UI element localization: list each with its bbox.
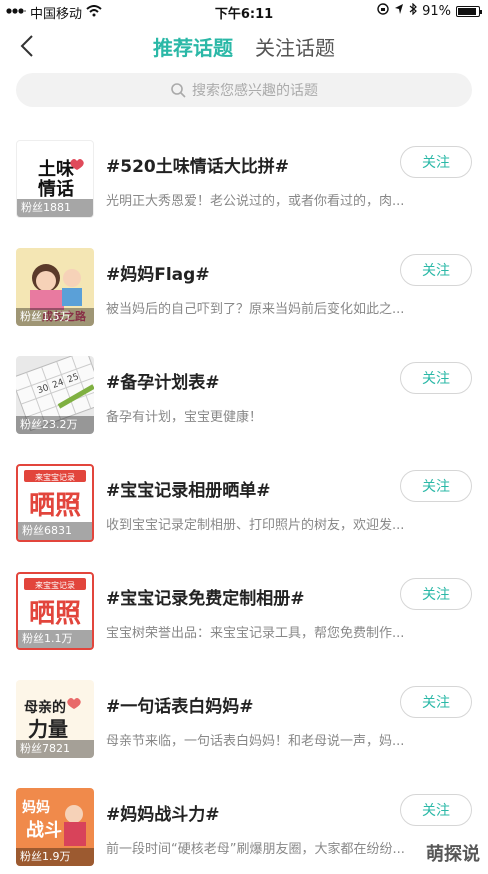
topic-thumbnail: 母亲的 力量 粉丝7821 [16,680,94,758]
topic-thumbnail: 成长之路 粉丝1.5万 [16,248,94,326]
topic-title: #宝宝记录免费定制相册# [106,589,305,609]
topic-thumbnail: 土味 情话 粉丝1881 [16,140,94,218]
bluetooth-icon [409,2,417,19]
search-icon [171,83,186,98]
topic-description: 光明正大秀恩爱！老公说过的，或者你看过的，肉... [106,194,405,209]
topic-description: 宝宝树荣誉出品：来宝宝记录工具，帮您免费制作... [106,626,405,641]
topic-item[interactable]: 妈妈战斗 粉丝1.9万 #妈妈战斗力# 前一段时间“硬核老母”刷爆朋友圈，大家都… [0,778,488,874]
tab-recommended[interactable]: 推荐话题 [153,32,233,61]
svg-text:母亲的: 母亲的 [24,699,66,716]
fans-count: 粉丝7821 [16,740,94,758]
topic-description: 备孕有计划，宝宝更健康！ [106,410,263,425]
topic-item[interactable]: 来宝宝记录晒照 粉丝1.1万 #宝宝记录免费定制相册# 宝宝树荣誉出品：来宝宝记… [0,562,488,670]
fans-count: 粉丝1881 [17,199,93,217]
top-nav: 推荐话题 关注话题 [0,26,488,66]
fans-count: 粉丝1.9万 [16,848,94,866]
follow-button[interactable]: 关注 [400,794,472,826]
location-icon [394,3,404,19]
svg-text:来宝宝记录: 来宝宝记录 [35,472,75,482]
fans-count: 粉丝6831 [18,522,92,540]
topic-thumbnail: 妈妈战斗 粉丝1.9万 [16,788,94,866]
fans-count: 粉丝1.1万 [18,630,92,648]
topic-title: #妈妈战斗力# [106,805,220,825]
topic-item[interactable]: 30 24 25 粉丝23.2万 #备孕计划表# 备孕有计划，宝宝更健康！ 关注 [0,346,488,454]
svg-text:来宝宝记录: 来宝宝记录 [35,580,75,590]
topic-title: #妈妈Flag# [106,265,210,285]
topic-description: 前一段时间“硬核老母”刷爆朋友圈，大家都在纷纷... [106,842,405,857]
topic-thumbnail: 来宝宝记录晒照 粉丝6831 [16,464,94,542]
follow-button[interactable]: 关注 [400,254,472,286]
follow-button[interactable]: 关注 [400,686,472,718]
follow-button[interactable]: 关注 [400,362,472,394]
topic-item[interactable]: 来宝宝记录晒照 粉丝6831 #宝宝记录相册晒单# 收到宝宝记录定制相册、打印照… [0,454,488,562]
search-placeholder: 搜索您感兴趣的话题 [192,83,318,99]
topic-item[interactable]: 母亲的 力量 粉丝7821 #一句话表白妈妈# 母亲节来临，一句话表白妈妈！和老母… [0,670,488,778]
topic-title: #520土味情话大比拼# [106,157,289,177]
status-bar: 中国移动 下午6:11 91% [0,0,488,22]
follow-button[interactable]: 关注 [400,146,472,178]
status-right: 91% [377,2,482,19]
battery-icon [456,5,482,17]
topic-item[interactable]: 土味 情话 粉丝1881 #520土味情话大比拼# 光明正大秀恩爱！老公说过的，或… [0,130,488,238]
svg-text:战斗: 战斗 [26,820,62,841]
svg-text:晒照: 晒照 [29,491,81,521]
watermark: 萌探说 [426,844,480,865]
fans-count: 粉丝23.2万 [16,416,94,434]
topic-item[interactable]: 成长之路 粉丝1.5万 #妈妈Flag# 被当妈后的自己吓到了？原来当妈前后变化… [0,238,488,346]
topic-description: 被当妈后的自己吓到了？原来当妈前后变化如此之... [106,302,405,317]
topic-tabs: 推荐话题 关注话题 [0,32,488,61]
svg-text:妈妈: 妈妈 [22,799,50,816]
battery-percent: 91% [422,3,451,19]
svg-text:力量: 力量 [28,717,68,741]
svg-text:情话: 情话 [38,178,74,200]
follow-button[interactable]: 关注 [400,470,472,502]
search-input[interactable]: 搜索您感兴趣的话题 [16,73,472,107]
topic-description: 母亲节来临，一句话表白妈妈！和老母说一声，妈... [106,734,405,749]
topic-title: #备孕计划表# [106,373,220,393]
topic-description: 收到宝宝记录定制相册、打印照片的树友，欢迎发... [106,518,405,533]
topic-title: #一句话表白妈妈# [106,697,254,717]
topic-title: #宝宝记录相册晒单# [106,481,271,501]
fans-count: 粉丝1.5万 [16,308,94,326]
svg-text:晒照: 晒照 [29,599,81,629]
topic-thumbnail: 30 24 25 粉丝23.2万 [16,356,94,434]
rotation-lock-icon [377,3,389,19]
follow-button[interactable]: 关注 [400,578,472,610]
topic-thumbnail: 来宝宝记录晒照 粉丝1.1万 [16,572,94,650]
svg-text:土味: 土味 [38,159,74,180]
tab-following[interactable]: 关注话题 [255,32,335,61]
